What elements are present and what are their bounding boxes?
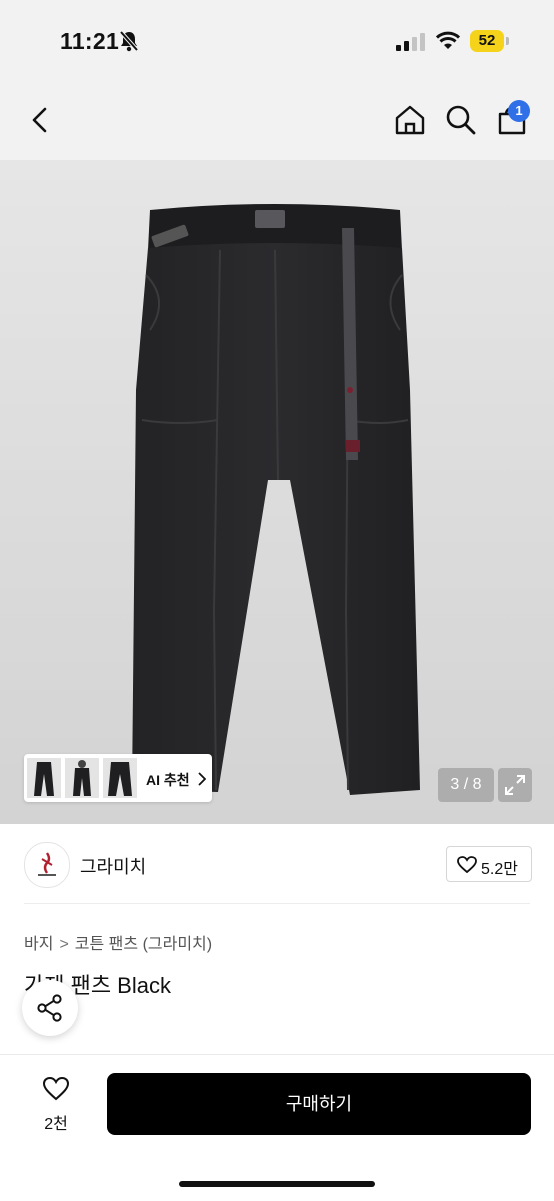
breadcrumb-separator: >: [59, 936, 69, 953]
share-icon: [37, 994, 62, 1022]
ai-recommend-label: AI 추천: [146, 772, 190, 788]
breadcrumb-item-subcategory[interactable]: 코튼 팬츠 (그라미치): [75, 936, 212, 953]
product-image-gallery[interactable]: [0, 160, 554, 824]
status-time: 11:21: [60, 28, 120, 54]
wishlist-button[interactable]: 2천: [24, 1072, 88, 1134]
heart-icon: [457, 856, 477, 874]
battery-tip: [506, 37, 509, 45]
breadcrumb: 바지 > 코튼 팬츠 (그라미치): [24, 930, 212, 954]
thumbnail-1[interactable]: [27, 758, 61, 798]
wishlist-count: 2천: [44, 1116, 68, 1133]
seller-name[interactable]: 그라미치: [80, 853, 146, 879]
thumbnail-2[interactable]: [65, 758, 99, 798]
wifi-icon: [435, 31, 461, 56]
seller-logo[interactable]: [24, 842, 70, 888]
cellular-signal-icon: [396, 33, 426, 56]
product-photo: [132, 204, 420, 795]
back-button[interactable]: [28, 106, 52, 139]
section-divider: [24, 903, 530, 904]
home-icon: [395, 105, 425, 135]
expand-image-button[interactable]: [498, 768, 532, 802]
status-bar: 11:21 52: [0, 0, 554, 80]
home-button[interactable]: [394, 104, 426, 141]
thumbnail-3[interactable]: [103, 758, 137, 798]
buy-button[interactable]: 구매하기: [107, 1073, 531, 1135]
breadcrumb-item-category[interactable]: 바지: [24, 936, 53, 953]
share-button[interactable]: [22, 980, 78, 1036]
expand-icon: [505, 775, 525, 795]
seller-row[interactable]: 그라미치 5.2만: [0, 826, 554, 904]
silent-bell-icon: [119, 30, 139, 57]
brand-like-button[interactable]: 5.2만: [446, 846, 532, 882]
chevron-left-icon: [32, 107, 47, 133]
battery-indicator: 52: [470, 30, 504, 52]
heart-icon: [42, 1076, 70, 1101]
cart-count-badge: 1: [508, 100, 530, 122]
home-indicator: [179, 1181, 375, 1187]
top-nav-bar: [0, 80, 554, 160]
chevron-right-icon: [198, 772, 207, 791]
search-button[interactable]: [445, 104, 477, 141]
search-icon: [446, 105, 476, 135]
image-page-counter: 3 / 8: [438, 768, 494, 802]
brand-like-count: 5.2만: [481, 861, 518, 878]
